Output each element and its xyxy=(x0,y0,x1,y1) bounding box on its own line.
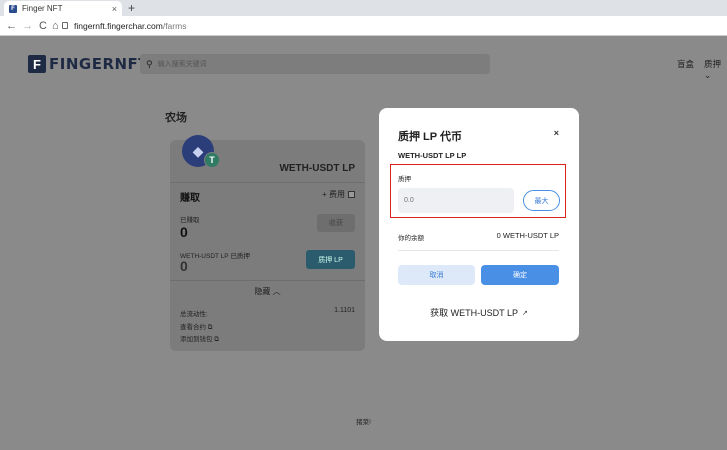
divider xyxy=(398,250,559,251)
get-lp-text: 获取 WETH-USDT LP xyxy=(430,308,518,318)
modal-pair-name: WETH-USDT LP LP xyxy=(398,151,467,160)
url-path: /farms xyxy=(162,21,187,31)
stake-amount-input[interactable] xyxy=(398,188,514,213)
stake-lp-modal: 质押 LP 代币 × WETH-USDT LP LP 质押 最大 你的余额 0 … xyxy=(379,108,579,341)
divider xyxy=(170,182,365,183)
tab-title: Finger NFT xyxy=(22,4,63,13)
stake-lp-button[interactable]: 质押 LP xyxy=(306,250,355,269)
liquidity-label: 总流动性: xyxy=(180,311,208,318)
footer-text: 猪菜! xyxy=(356,419,371,426)
fee-label: + 费用 xyxy=(322,189,355,200)
nav-stake[interactable]: 质押 ⌄ xyxy=(704,58,727,81)
search-bar[interactable]: ⚲ 输入搜索关键词 xyxy=(140,54,490,74)
search-placeholder: 输入搜索关键词 xyxy=(157,61,207,68)
fee-text: + 费用 xyxy=(322,190,345,199)
fee-box-icon xyxy=(348,191,355,198)
logo-mark-icon: F xyxy=(28,55,46,73)
lock-icon xyxy=(62,22,68,29)
balance-value: 0 WETH-USDT LP xyxy=(496,231,559,240)
browser-tab-bar: F Finger NFT × + xyxy=(0,0,727,16)
cancel-button[interactable]: 取消 xyxy=(398,265,475,285)
browser-tab[interactable]: F Finger NFT × xyxy=(4,1,122,16)
add-to-wallet-link[interactable]: 添加到钱包 ⧉ xyxy=(180,333,219,344)
site-logo[interactable]: F FINGERNFT xyxy=(28,55,149,73)
address-bar: ← → C ⌂ fingernft.fingerchar.com/farms xyxy=(0,16,727,36)
forward-icon[interactable]: → xyxy=(22,18,33,34)
max-button[interactable]: 最大 xyxy=(523,190,560,211)
confirm-button[interactable]: 确定 xyxy=(481,265,559,285)
page-content: F FINGERNFT ⚲ 输入搜索关键词 盲盒 质押 ⌄ 农场 ◆ T WET… xyxy=(0,36,727,450)
new-tab-button[interactable]: + xyxy=(128,1,135,15)
url-field[interactable]: fingernft.fingerchar.com/farms xyxy=(74,19,186,33)
page-title: 农场 xyxy=(165,112,187,124)
staked-label: WETH-USDT LP 已质押 xyxy=(180,253,250,260)
earned-label: 已赚取 xyxy=(180,217,200,224)
favicon-icon: F xyxy=(9,4,17,13)
home-icon[interactable]: ⌂ xyxy=(52,18,59,34)
balance-label: 你的余额 xyxy=(398,235,424,242)
modal-title: 质押 LP 代币 xyxy=(398,131,462,143)
get-lp-link[interactable]: 获取 WETH-USDT LP ↗ xyxy=(379,306,579,319)
search-icon: ⚲ xyxy=(146,58,153,69)
external-link-icon: ↗ xyxy=(521,309,528,317)
liquidity-value: 1.1101 xyxy=(334,307,355,314)
earned-value: 0 xyxy=(180,224,188,240)
usdt-icon: T xyxy=(204,152,220,168)
nav-blindbox[interactable]: 盲盒 xyxy=(677,58,694,70)
close-icon[interactable]: × xyxy=(554,128,559,138)
logo-text: FINGERNFT xyxy=(49,55,150,73)
staked-value: 0 xyxy=(180,258,188,274)
farm-pair-name: WETH-USDT LP xyxy=(279,163,355,174)
harvest-button[interactable]: 收获 xyxy=(317,214,355,232)
view-contract-link[interactable]: 查看合约 ⧉ xyxy=(180,321,212,332)
tab-close-icon[interactable]: × xyxy=(112,4,117,14)
reload-icon[interactable]: C xyxy=(39,18,47,34)
url-host: fingernft.fingerchar.com xyxy=(74,21,163,31)
hide-details-toggle[interactable]: 隐藏 ︿ xyxy=(170,286,365,297)
back-icon[interactable]: ← xyxy=(6,18,17,34)
stake-amount-label: 质押 xyxy=(398,176,411,183)
earn-label: 赚取 xyxy=(180,193,200,204)
farm-card: ◆ T WETH-USDT LP 赚取 + 费用 已赚取 0 收获 WETH-U… xyxy=(170,135,365,351)
divider xyxy=(170,280,365,281)
